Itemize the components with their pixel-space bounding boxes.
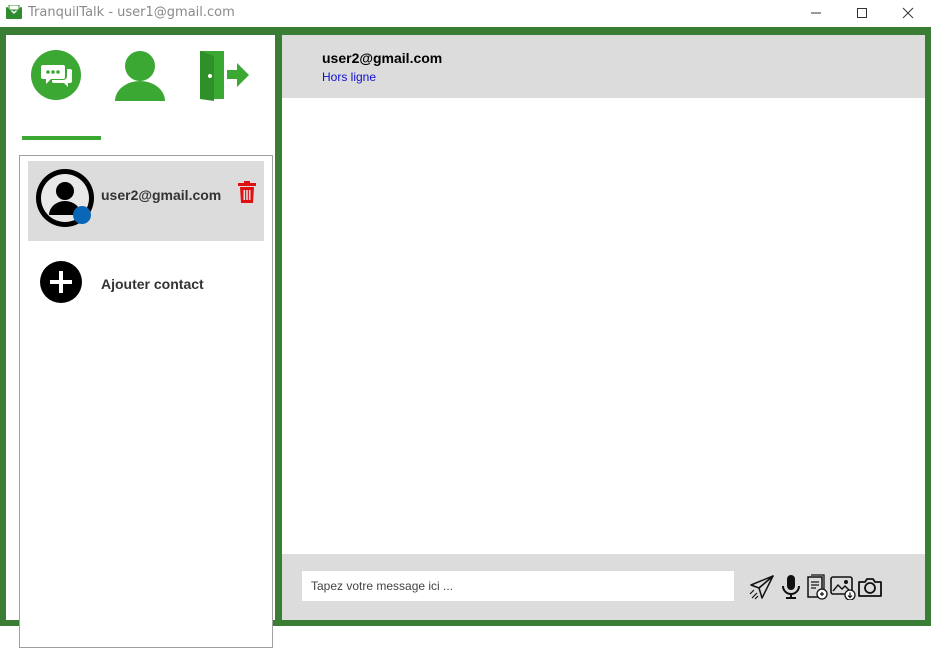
maximize-button[interactable] (839, 0, 885, 26)
minimize-icon (811, 12, 821, 14)
title-bar: TranquilTalk - user1@gmail.com (0, 0, 931, 26)
maximize-icon (857, 8, 867, 18)
message-area[interactable] (282, 98, 925, 554)
attach-image-button[interactable] (830, 574, 856, 601)
chat-contact-status: Hors ligne (322, 70, 377, 84)
composer-bar (282, 554, 925, 620)
document-icon (807, 574, 828, 600)
trash-icon (238, 181, 256, 203)
chat-header: user2@gmail.com Hors ligne (282, 35, 925, 98)
app-logo-icon (6, 4, 22, 19)
send-button[interactable] (749, 574, 775, 600)
message-input[interactable] (302, 571, 734, 601)
online-status-dot (73, 206, 91, 224)
chat-contact-name: user2@gmail.com (322, 50, 443, 66)
nav-logout-button[interactable] (197, 49, 251, 101)
active-tab-indicator (22, 136, 101, 140)
chat-bubbles-icon (31, 50, 81, 100)
close-button[interactable] (885, 0, 931, 26)
user-avatar-icon (36, 169, 94, 227)
user-profile-icon (115, 51, 165, 101)
logout-door-icon (200, 51, 249, 101)
microphone-icon (782, 575, 800, 599)
microphone-button[interactable] (778, 574, 804, 600)
contact-list: user2@gmail.com Ajouter contact (19, 155, 273, 648)
attach-document-button[interactable] (804, 574, 830, 600)
delete-contact-button[interactable] (238, 181, 256, 203)
add-contact-button[interactable]: Ajouter contact (40, 261, 260, 309)
send-icon (749, 575, 774, 600)
plus-circle-icon (40, 261, 82, 303)
chat-panel: user2@gmail.com Hors ligne (282, 35, 925, 620)
image-icon (830, 576, 856, 601)
camera-icon (858, 578, 882, 597)
sidebar: user2@gmail.com Ajouter contact (6, 35, 275, 648)
window-title: TranquilTalk - user1@gmail.com (28, 5, 235, 20)
contact-name: user2@gmail.com (101, 187, 222, 203)
camera-button[interactable] (857, 574, 883, 600)
minimize-button[interactable] (793, 0, 839, 26)
add-contact-label: Ajouter contact (101, 276, 204, 292)
nav-chats-button[interactable] (30, 49, 82, 101)
close-icon (902, 7, 914, 19)
nav-profile-button[interactable] (113, 50, 167, 102)
contact-item[interactable]: user2@gmail.com (28, 161, 264, 241)
avatar (36, 169, 94, 227)
add-icon (40, 261, 82, 303)
